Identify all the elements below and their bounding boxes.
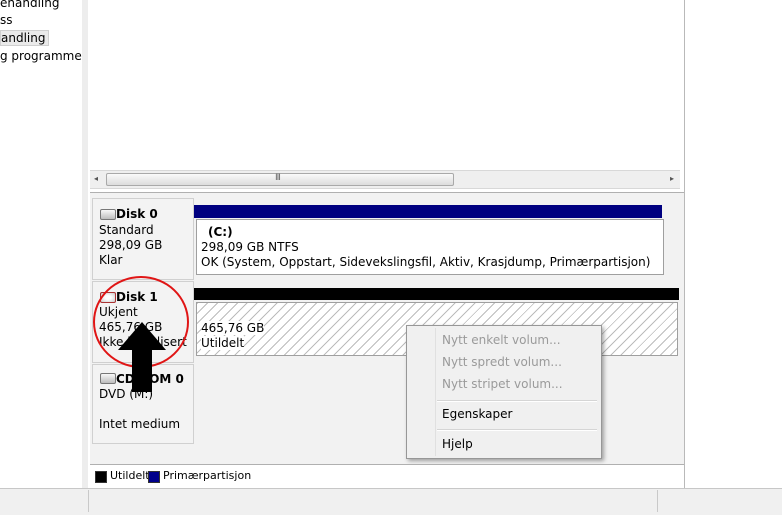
menu-separator <box>437 400 597 402</box>
primary-partition-bar <box>194 205 662 218</box>
grip-icon: III <box>275 173 281 183</box>
menu-item-properties[interactable]: Egenskaper <box>442 407 512 421</box>
right-blank-area <box>685 0 782 488</box>
nav-item[interactable]: ehandling <box>0 0 59 10</box>
menu-item-help[interactable]: Hjelp <box>442 437 473 451</box>
menu-separator <box>437 429 597 431</box>
legend-label: Utildelt <box>110 469 150 482</box>
cdrom-status: Intet medium <box>99 417 181 431</box>
nav-item-selected[interactable]: andling <box>0 30 50 46</box>
disk-0-label[interactable]: Disk 0 Standard 298,09 GB Klar <box>92 198 194 280</box>
volume-c[interactable]: (C:) 298,09 GB NTFS OK (System, Oppstart… <box>196 219 664 275</box>
scrollbar-thumb[interactable]: III <box>106 173 454 186</box>
hard-disk-icon <box>100 209 116 220</box>
legend-swatch-unallocated <box>95 471 107 483</box>
menu-item-new-spanned-volume[interactable]: Nytt spredt volum... <box>442 355 562 369</box>
disk-type: Standard <box>99 223 154 237</box>
disk-title: Disk 0 <box>116 207 158 221</box>
scroll-right-icon[interactable]: ▸ <box>670 174 674 183</box>
context-menu: Nytt enkelt volum... Nytt spredt volum..… <box>406 325 602 459</box>
unallocated-status: Utildelt <box>201 336 245 350</box>
status-divider <box>88 490 89 512</box>
legend-swatch-primary <box>148 471 160 483</box>
disk-size: 298,09 GB <box>99 238 163 252</box>
status-bar <box>0 488 782 515</box>
up-arrow-annotation-icon <box>118 322 166 392</box>
disk-status: Klar <box>99 253 123 267</box>
menu-item-new-striped-volume[interactable]: Nytt stripet volum... <box>442 377 563 391</box>
menu-item-new-simple-volume[interactable]: Nytt enkelt volum... <box>442 333 561 347</box>
volume-list[interactable] <box>90 0 680 170</box>
scroll-left-icon[interactable]: ◂ <box>94 174 98 183</box>
nav-item[interactable]: g programmer <box>0 49 82 63</box>
unallocated-bar <box>194 288 679 300</box>
status-divider <box>657 490 658 512</box>
volume-status: OK (System, Oppstart, Sidevekslingsfil, … <box>201 255 651 269</box>
unallocated-size: 465,76 GB <box>201 321 265 335</box>
cdrom-icon <box>100 373 116 384</box>
nav-item[interactable]: ss <box>0 13 13 27</box>
navigation-pane: ehandling ss andling g programmer <box>0 0 83 488</box>
volume-name: (C:) <box>208 225 233 239</box>
legend: Utildelt Primærpartisjon <box>90 464 684 487</box>
volume-filesystem: 298,09 GB NTFS <box>201 240 299 254</box>
legend-label: Primærpartisjon <box>163 469 252 482</box>
horizontal-scrollbar[interactable]: ◂ III ▸ <box>90 170 680 189</box>
menu-gutter <box>435 328 436 456</box>
